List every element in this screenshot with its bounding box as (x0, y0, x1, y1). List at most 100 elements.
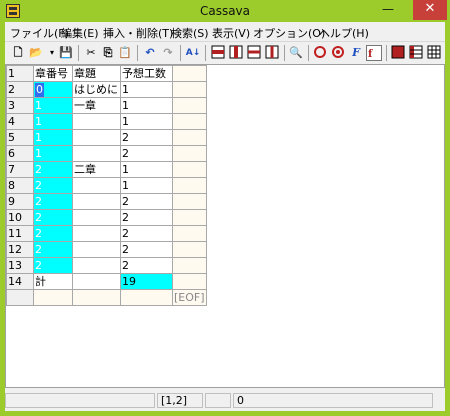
cell-total-label[interactable]: 計 (33, 273, 73, 290)
menu-options[interactable]: オプション(O) (253, 25, 325, 41)
cut-icon[interactable]: ✂ (83, 45, 99, 61)
row-number[interactable]: 5 (6, 129, 34, 146)
minimize-button[interactable]: — (376, 0, 400, 20)
cell-chapter-title[interactable] (72, 145, 121, 162)
cell-chapter-number[interactable]: 1 (33, 97, 73, 114)
menu-view[interactable]: 表示(V) (212, 25, 250, 41)
cell-chapter-number[interactable]: 1 (33, 145, 73, 162)
cell-chapter-title[interactable] (72, 209, 121, 226)
cell[interactable] (172, 113, 207, 130)
row-number[interactable]: 10 (6, 209, 34, 226)
menu-help[interactable]: ヘルプ(H) (319, 25, 369, 41)
cell-chapter-title[interactable]: 二章 (72, 161, 121, 178)
row-number[interactable]: 3 (6, 97, 34, 114)
cell[interactable] (172, 225, 207, 242)
copy-icon[interactable]: ⎘ (100, 45, 116, 61)
cell-chapter-title[interactable] (72, 113, 121, 130)
row-number[interactable]: 2 (6, 81, 34, 98)
insert-row-icon[interactable] (210, 45, 226, 61)
row-number[interactable]: 13 (6, 257, 34, 274)
row-number[interactable] (6, 289, 34, 306)
cell[interactable] (172, 81, 207, 98)
cell[interactable]: 章番号 (33, 65, 73, 82)
cell-total-value[interactable]: 19 (120, 273, 173, 290)
cell[interactable] (172, 177, 207, 194)
cell[interactable] (172, 97, 207, 114)
row-number[interactable]: 8 (6, 177, 34, 194)
row-number[interactable]: 4 (6, 113, 34, 130)
row-number[interactable]: 11 (6, 225, 34, 242)
cell-chapter-number[interactable]: 2 (33, 177, 73, 194)
row-number[interactable]: 12 (6, 241, 34, 258)
cell[interactable] (172, 193, 207, 210)
cell-estimate[interactable]: 1 (120, 177, 173, 194)
cell-estimate[interactable]: 1 (120, 113, 173, 130)
menu-edit[interactable]: 編集(E) (61, 25, 99, 41)
view-grid-1-icon[interactable] (390, 45, 406, 61)
delete-row-icon[interactable] (246, 45, 262, 61)
row-number[interactable]: 9 (6, 193, 34, 210)
cell-estimate[interactable]: 2 (120, 257, 173, 274)
reload-icon[interactable] (312, 45, 328, 61)
cell[interactable] (33, 289, 73, 306)
cell[interactable] (172, 65, 207, 82)
sort-icon[interactable]: A↓ (185, 45, 201, 61)
cell-estimate[interactable]: 1 (120, 161, 173, 178)
cell[interactable] (120, 289, 173, 306)
cell-estimate[interactable]: 2 (120, 241, 173, 258)
formula-icon[interactable]: f (366, 45, 382, 61)
cell-estimate[interactable]: 2 (120, 145, 173, 162)
cell-chapter-title[interactable] (72, 129, 121, 146)
cell-chapter-number[interactable]: 2 (33, 209, 73, 226)
paste-icon[interactable]: 📋 (117, 45, 133, 61)
cell[interactable] (172, 241, 207, 258)
cell[interactable] (72, 273, 121, 290)
cell-chapter-title[interactable] (72, 257, 121, 274)
cell-chapter-number[interactable]: 2 (33, 241, 73, 258)
view-grid-2-icon[interactable] (408, 45, 424, 61)
open-folder-icon[interactable]: 📂 (28, 45, 44, 61)
cell-estimate[interactable]: 1 (120, 97, 173, 114)
cell-chapter-title[interactable] (72, 177, 121, 194)
cell-estimate[interactable]: 2 (120, 209, 173, 226)
cell[interactable] (172, 145, 207, 162)
reload-all-icon[interactable] (330, 45, 346, 61)
cell-estimate[interactable]: 2 (120, 193, 173, 210)
cell[interactable] (172, 209, 207, 226)
insert-column-icon[interactable] (228, 45, 244, 61)
cell[interactable]: 章題 (72, 65, 121, 82)
cell[interactable] (172, 129, 207, 146)
find-icon[interactable]: 🔍 (288, 45, 304, 61)
cell-chapter-title[interactable]: はじめに (72, 81, 121, 98)
cell-chapter-number[interactable]: 0 (33, 81, 73, 98)
spreadsheet-area[interactable]: 1 章番号 章題 予想工数 2 0 はじめに 1 3 1 一章 1 4 1 1 5 1 2 6 1 2 7 2 二章 1… (5, 64, 445, 388)
title-bar[interactable]: Cassava — ✕ (0, 0, 450, 22)
cell-estimate[interactable]: 1 (120, 81, 173, 98)
row-number[interactable]: 7 (6, 161, 34, 178)
save-icon[interactable]: 💾 (58, 45, 74, 61)
font-icon[interactable]: F (348, 45, 364, 61)
row-number[interactable]: 6 (6, 145, 34, 162)
close-button[interactable]: ✕ (413, 0, 447, 20)
cell-chapter-number[interactable]: 1 (33, 113, 73, 130)
cell-chapter-title[interactable] (72, 193, 121, 210)
cell[interactable] (172, 273, 207, 290)
new-file-icon[interactable]: 🗋 (10, 45, 26, 61)
menu-search[interactable]: 検索(S) (171, 25, 209, 41)
row-number[interactable]: 1 (6, 65, 34, 82)
cell-chapter-number[interactable]: 2 (33, 225, 73, 242)
menu-insert-delete[interactable]: 挿入・削除(T) (103, 25, 173, 41)
cell-chapter-title[interactable]: 一章 (72, 97, 121, 114)
cell-chapter-number[interactable]: 2 (33, 193, 73, 210)
view-grid-3-icon[interactable] (426, 45, 442, 61)
cell[interactable] (172, 161, 207, 178)
row-number[interactable]: 14 (6, 273, 34, 290)
cell[interactable] (172, 257, 207, 274)
cell[interactable] (72, 289, 121, 306)
cell-chapter-title[interactable] (72, 225, 121, 242)
cell-chapter-number[interactable]: 2 (33, 161, 73, 178)
cell-estimate[interactable]: 2 (120, 225, 173, 242)
undo-icon[interactable]: ↶ (142, 45, 158, 61)
cell-estimate[interactable]: 2 (120, 129, 173, 146)
redo-icon[interactable]: ↷ (160, 45, 176, 61)
